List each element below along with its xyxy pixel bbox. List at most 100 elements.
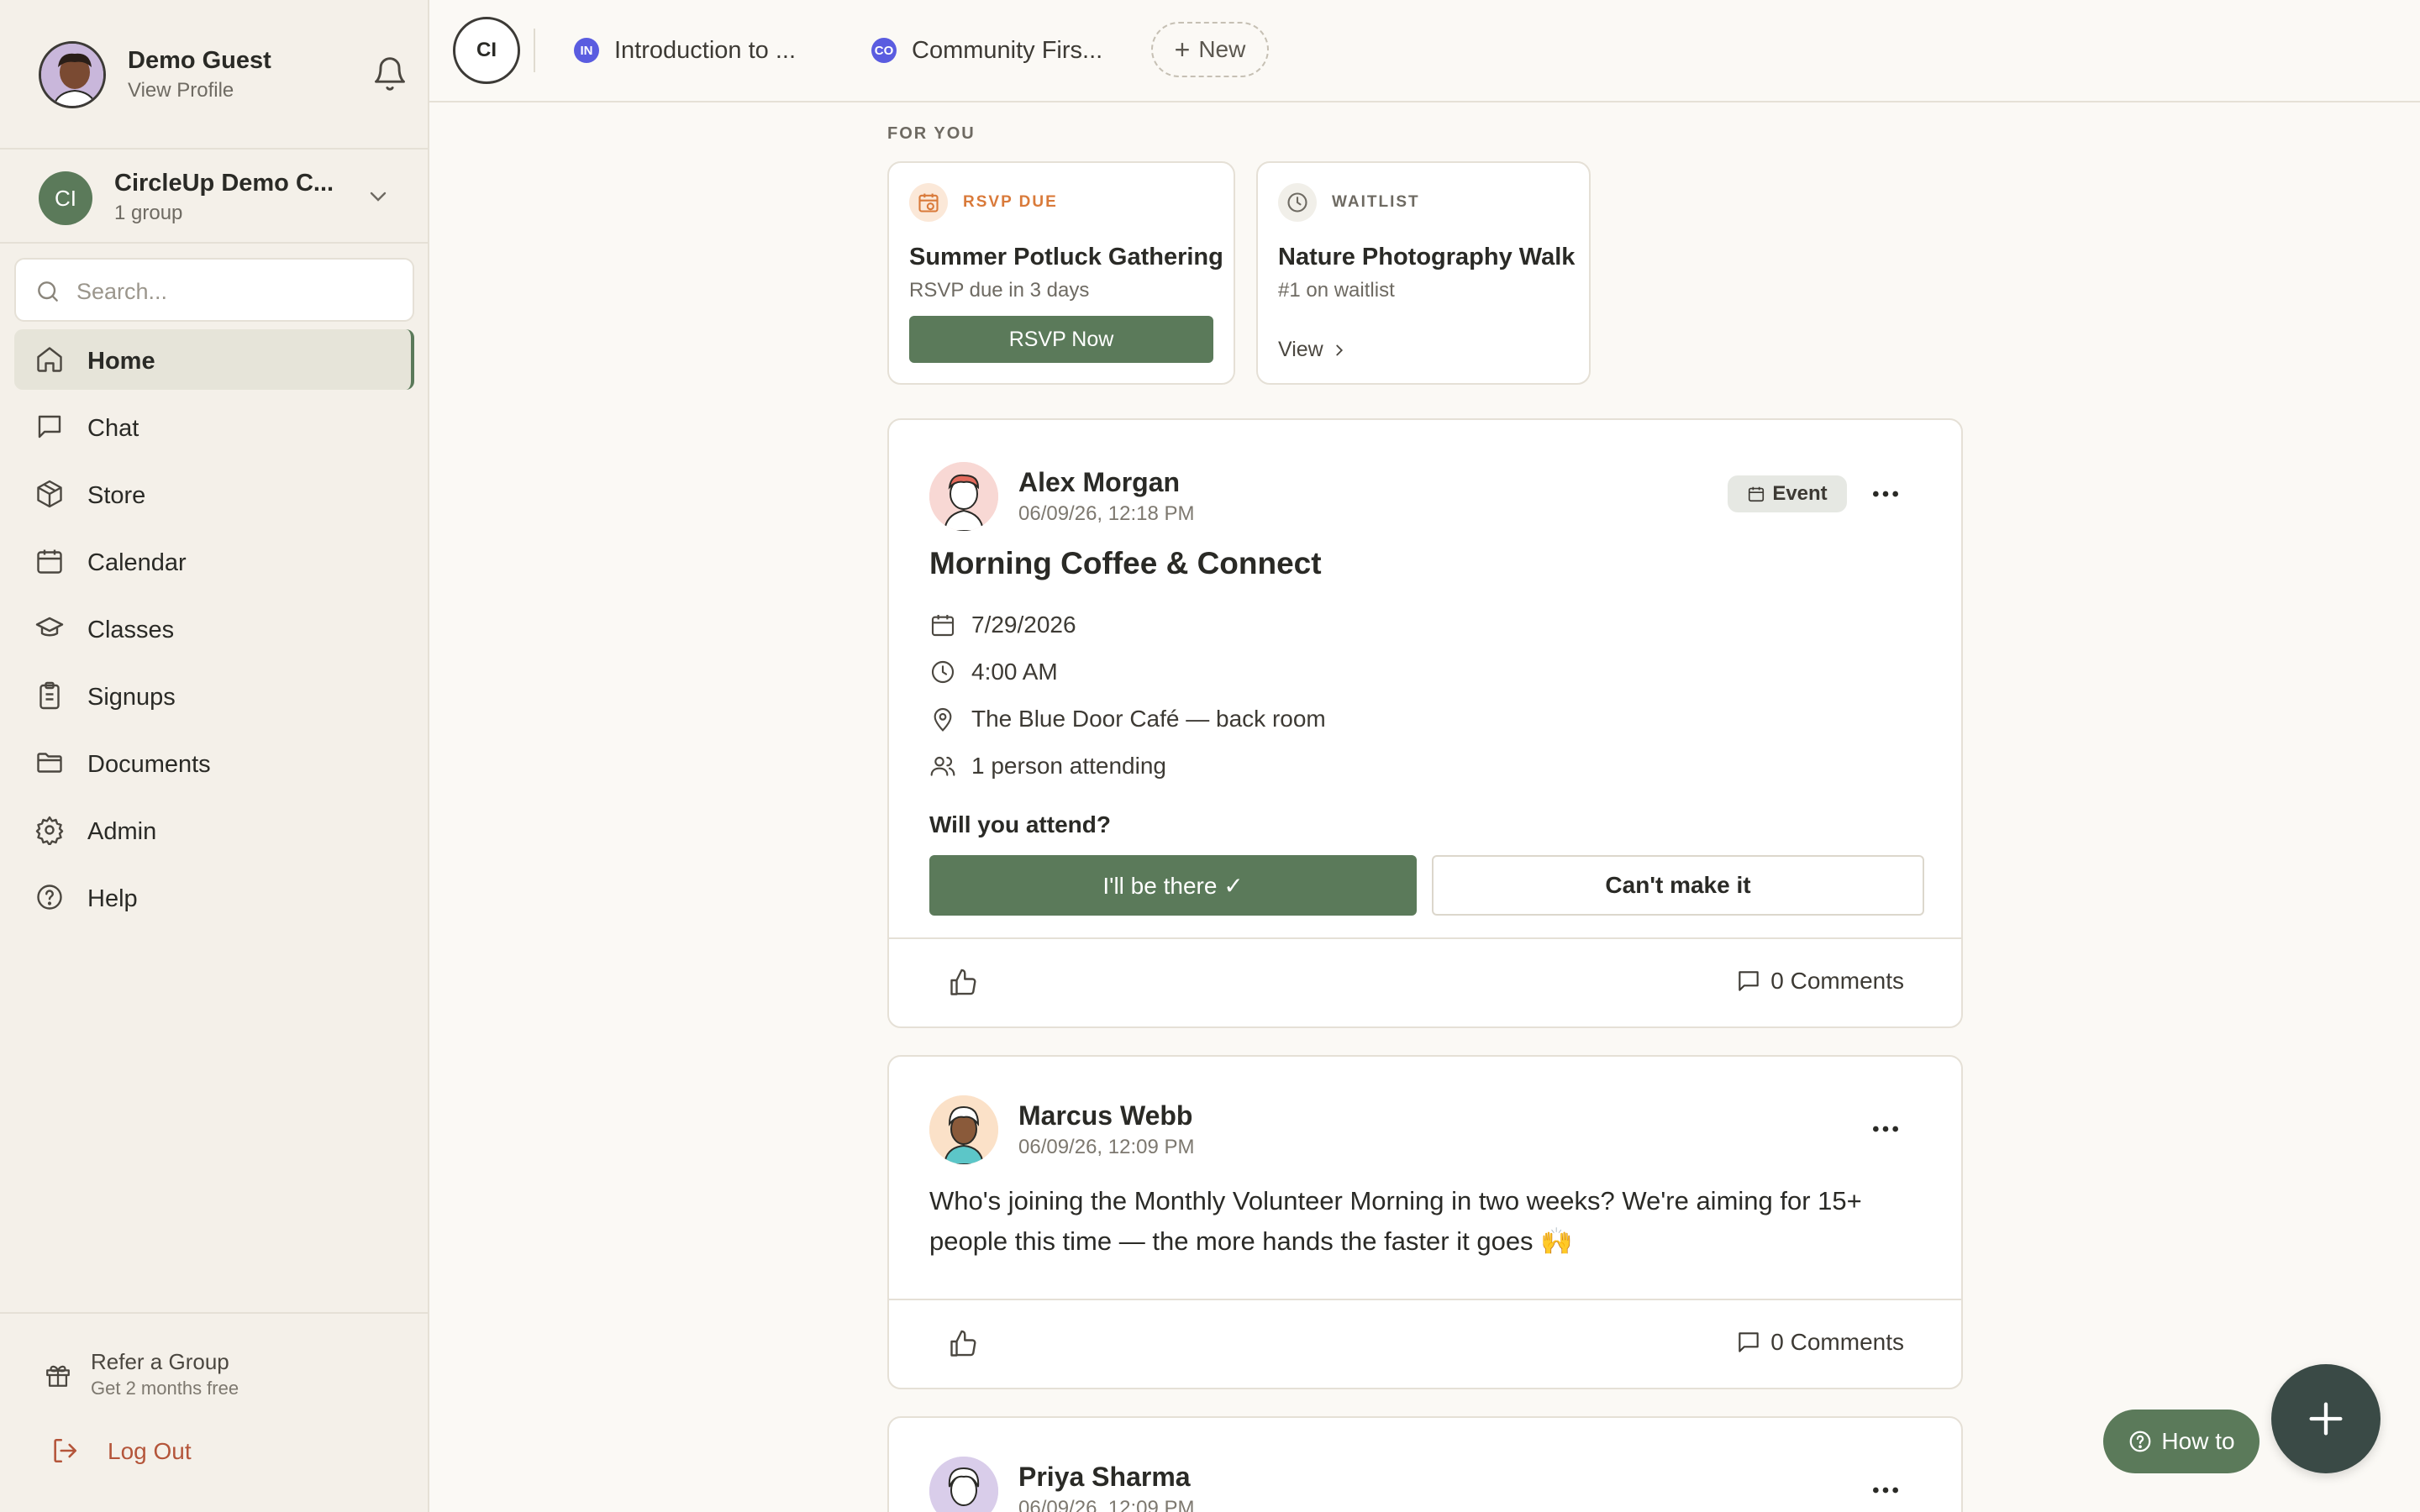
tab-home-group[interactable]: CI — [453, 17, 520, 84]
clipboard-icon — [39, 681, 60, 710]
nav-item-signups[interactable]: Signups — [14, 665, 414, 726]
more-icon[interactable] — [1869, 1473, 1902, 1507]
create-post-button[interactable] — [2271, 1364, 2381, 1473]
group-count: 1 group — [114, 202, 183, 224]
event-location-row: The Blue Door Café — back room — [929, 702, 1326, 736]
search-input[interactable]: Search... — [14, 258, 414, 322]
kind-label: RSVP DUE — [963, 193, 1058, 211]
post-date: 06/09/26, 12:09 PM — [1018, 1497, 1195, 1512]
new-tab-button[interactable]: + New — [1151, 22, 1269, 77]
group-name: CircleUp Demo C... — [114, 170, 334, 197]
event-badge: Event — [1728, 475, 1847, 512]
nav-label: Chat — [87, 415, 139, 442]
thumbs-up-icon[interactable] — [948, 1329, 978, 1359]
tab-label: Community Firs... — [912, 36, 1103, 64]
avatar[interactable] — [929, 1095, 998, 1164]
event-badge-label: Event — [1772, 482, 1828, 505]
gift-icon — [46, 1365, 70, 1387]
event-date: 7/29/2026 — [971, 612, 1076, 638]
chevron-down-icon[interactable] — [365, 183, 392, 210]
nav-label: Classes — [87, 617, 175, 643]
tab-community[interactable]: CO Community Firs... — [871, 25, 1102, 76]
tab-label: Introduction to ... — [614, 36, 797, 64]
avatar[interactable] — [39, 41, 106, 108]
card-sub: #1 on waitlist — [1278, 279, 1395, 302]
avatar[interactable] — [929, 462, 998, 531]
nav-item-admin[interactable]: Admin — [14, 800, 414, 860]
post-author[interactable]: Priya Sharma — [1018, 1462, 1191, 1493]
attend-question: Will you attend? — [929, 811, 1111, 837]
nav-label: Home — [87, 348, 155, 375]
rsvp-due-card[interactable]: RSVP DUE Summer Potluck Gathering RSVP d… — [887, 161, 1235, 385]
thumbs-up-icon[interactable] — [948, 968, 978, 998]
chat-icon — [38, 415, 61, 438]
event-attending-row: 1 person attending — [929, 749, 1166, 783]
view-link[interactable]: View — [1278, 338, 1349, 362]
users-icon — [930, 756, 955, 776]
group-badge: CI — [39, 171, 92, 225]
nav-item-home[interactable]: Home — [14, 329, 414, 390]
more-icon[interactable] — [1869, 477, 1902, 511]
nav-item-documents[interactable]: Documents — [14, 732, 414, 793]
refer-group-link[interactable]: Refer a Group Get 2 months free — [44, 1347, 397, 1401]
nav-item-chat[interactable]: Chat — [14, 396, 414, 457]
logout-icon — [54, 1438, 77, 1463]
attend-no-button[interactable]: Can't make it — [1432, 855, 1924, 916]
tab-introduction[interactable]: IN Introduction to ... — [574, 25, 796, 76]
post-footer: 0 Comments — [889, 1299, 1961, 1388]
nav-label: Documents — [87, 751, 211, 778]
card-title: Nature Photography Walk — [1278, 244, 1576, 270]
tab-badge: CO — [871, 38, 897, 63]
post-author[interactable]: Marcus Webb — [1018, 1100, 1192, 1131]
graduation-cap-icon — [35, 617, 64, 637]
nav-label: Admin — [87, 818, 157, 845]
post-title: Morning Coffee & Connect — [929, 546, 1322, 580]
nav-item-calendar[interactable]: Calendar — [14, 531, 414, 591]
new-tab-label: New — [1198, 36, 1246, 62]
plus-icon: + — [1174, 34, 1191, 65]
comments-button[interactable]: 0 Comments — [1735, 1329, 1904, 1356]
group-switcher[interactable]: CI CircleUp Demo C... 1 group — [39, 165, 392, 228]
event-location: The Blue Door Café — back room — [971, 706, 1326, 732]
nav-item-help[interactable]: Help — [14, 867, 414, 927]
comments-button[interactable]: 0 Comments — [1735, 968, 1904, 995]
nav-label: Calendar — [87, 549, 187, 576]
waitlist-card[interactable]: WAITLIST Nature Photography Walk #1 on w… — [1256, 161, 1591, 385]
comment-icon — [1739, 971, 1760, 991]
logout-label: Log Out — [108, 1438, 192, 1464]
event-time: 4:00 AM — [971, 659, 1058, 685]
post-event: Alex Morgan 06/09/26, 12:18 PM Event Mor… — [887, 418, 1963, 1028]
nav-item-classes[interactable]: Classes — [14, 598, 414, 659]
logout-button[interactable]: Log Out — [50, 1435, 218, 1468]
divider — [0, 242, 428, 244]
tab-bar: CI IN Introduction to ... CO Community F… — [429, 0, 2420, 102]
event-attending: 1 person attending — [971, 753, 1166, 779]
nav-label: Help — [87, 885, 138, 912]
how-to-button[interactable]: How to — [2103, 1410, 2260, 1473]
calendar-icon — [37, 549, 62, 574]
calendar-icon — [931, 615, 955, 637]
post-footer: 0 Comments — [889, 937, 1961, 1026]
attend-yes-button[interactable]: I'll be there ✓ — [929, 855, 1417, 916]
profile-block[interactable]: Demo Guest View Profile — [39, 39, 408, 109]
rsvp-now-button[interactable]: RSVP Now — [909, 316, 1213, 363]
post-author[interactable]: Alex Morgan — [1018, 467, 1180, 498]
kind-label: WAITLIST — [1332, 193, 1420, 211]
divider — [0, 148, 428, 150]
post-body: Who's joining the Monthly Volunteer Morn… — [929, 1186, 1862, 1256]
comments-count: 0 Comments — [1770, 1329, 1904, 1355]
comment-icon — [1739, 1332, 1760, 1352]
post-date: 06/09/26, 12:09 PM — [1018, 1136, 1195, 1158]
nav-label: Signups — [87, 684, 176, 711]
card-sub: RSVP due in 3 days — [909, 279, 1090, 302]
bell-icon[interactable] — [371, 55, 408, 92]
avatar[interactable] — [929, 1457, 998, 1512]
view-profile-link[interactable]: View Profile — [128, 79, 234, 102]
sidebar: Demo Guest View Profile CI CircleUp Demo… — [0, 0, 429, 1512]
folder-icon — [37, 753, 62, 773]
home-icon — [37, 347, 62, 372]
nav-label: Store — [87, 482, 146, 509]
more-icon[interactable] — [1869, 1112, 1902, 1146]
card-title: Summer Potluck Gathering — [909, 244, 1223, 270]
nav-item-store[interactable]: Store — [14, 464, 414, 524]
